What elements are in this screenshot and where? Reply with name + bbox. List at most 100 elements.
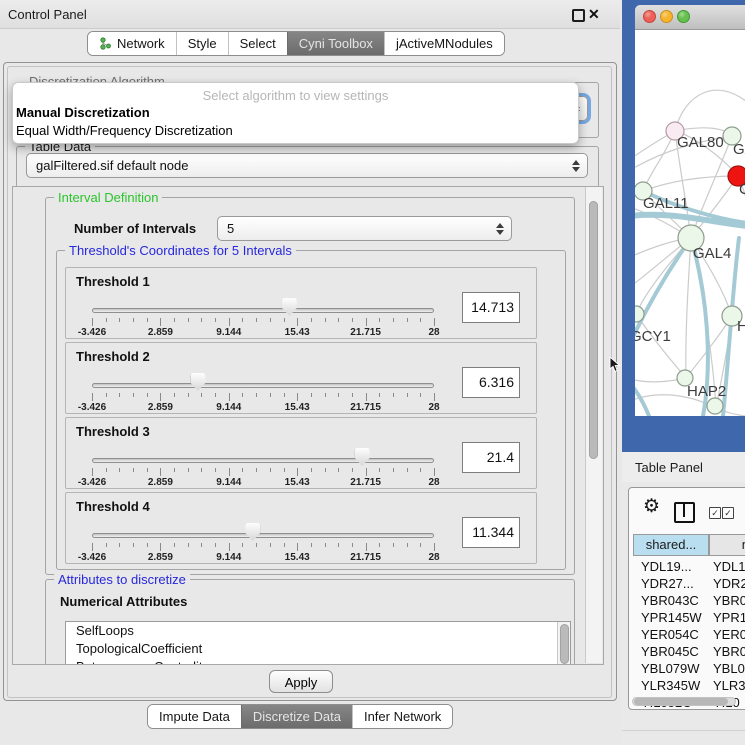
column-header-2[interactable]: na	[709, 534, 745, 556]
table-rows: YDL19...YDL1YDR27...YDR2YBR043CYBR0YPR14…	[633, 558, 745, 698]
slider-tick	[188, 543, 189, 547]
slider-tick	[160, 393, 161, 401]
tick-label: 21.715	[336, 327, 396, 338]
network-node[interactable]	[707, 398, 723, 414]
slider-tick	[256, 468, 257, 472]
apply-button[interactable]: Apply	[269, 670, 333, 693]
split-columns-icon[interactable]	[674, 502, 695, 523]
attribute-list-item[interactable]: TopologicalCoefficient	[66, 640, 570, 658]
column-header-1[interactable]: shared...	[633, 534, 709, 556]
slider-track[interactable]	[92, 533, 434, 538]
slider-tick	[270, 318, 271, 322]
slider-thumb[interactable]	[282, 298, 297, 316]
algorithm-option[interactable]: Equal Width/Frequency Discretization	[16, 122, 233, 139]
slider-tick	[325, 393, 326, 397]
tick-label: 2.859	[130, 327, 190, 338]
tab-cyni-toolbox[interactable]: Cyni Toolbox	[287, 32, 384, 55]
slider-track[interactable]	[92, 383, 434, 388]
numerical-attributes-list[interactable]: SelfLoopsTopologicalCoefficientBetweenne…	[65, 621, 571, 665]
slider-tick	[147, 468, 148, 472]
spinner-arrows-icon[interactable]	[496, 223, 504, 235]
checkbox-icon[interactable]: ✓	[722, 507, 734, 519]
zoom-traffic-light-icon[interactable]	[677, 10, 690, 23]
table-row[interactable]: YDL19...YDL1	[633, 558, 745, 575]
settings-scrollbar[interactable]	[585, 187, 602, 663]
gear-icon[interactable]: ⚙	[643, 495, 660, 518]
tab-jactivemnodules[interactable]: jActiveMNodules	[384, 32, 504, 55]
slider-tick	[256, 393, 257, 397]
number-of-intervals-label: Number of Intervals	[74, 221, 196, 236]
close-icon[interactable]: ✕	[588, 5, 600, 23]
slider-tick	[256, 318, 257, 322]
slider-track[interactable]	[92, 458, 434, 463]
bottom-tabbar: Impute DataDiscretize DataInfer Network	[147, 704, 453, 729]
slider-tick	[297, 543, 298, 551]
minimize-traffic-light-icon[interactable]	[660, 10, 673, 23]
table-row[interactable]: YBL079WYBL0	[633, 660, 745, 677]
tick-label: 21.715	[336, 552, 396, 563]
table-row[interactable]: YBR043CYBR0	[633, 592, 745, 609]
network-node-label: C	[739, 181, 745, 198]
slider-tick	[352, 468, 353, 472]
slider-track[interactable]	[92, 308, 434, 313]
attribute-list-item[interactable]: BetweennessCentrality	[66, 658, 570, 665]
slider-thumb[interactable]	[191, 373, 206, 391]
tab-select[interactable]: Select	[228, 32, 287, 55]
tab-impute-data[interactable]: Impute Data	[148, 705, 241, 728]
network-icon	[99, 37, 112, 50]
table-cell-name: YBL0	[713, 660, 745, 677]
number-of-intervals-spinner[interactable]: 5	[217, 216, 512, 241]
combo-arrows-icon[interactable]	[572, 160, 580, 172]
number-of-intervals-value: 5	[227, 221, 234, 236]
control-panel-titlebar: Control Panel ✕	[0, 0, 620, 29]
network-graph: GAL80GACGAL11GAL4GCY1HHAP2	[635, 30, 745, 416]
table-row[interactable]: YLR345WYLR3	[633, 677, 745, 694]
slider-thumb[interactable]	[245, 523, 260, 541]
threshold-value-field[interactable]: 14.713	[462, 292, 520, 323]
table-row[interactable]: YBR045CYBR0	[633, 643, 745, 660]
network-node-label: GAL4	[693, 245, 731, 262]
threshold-value-field[interactable]: 21.4	[462, 442, 520, 473]
table-row[interactable]: YDR27...YDR2	[633, 575, 745, 592]
network-canvas[interactable]: GAL80GACGAL11GAL4GCY1HHAP2	[635, 30, 745, 416]
threshold-value-field[interactable]: 6.316	[462, 367, 520, 398]
tab-network[interactable]: Network	[88, 32, 176, 55]
tab-infer-network[interactable]: Infer Network	[352, 705, 452, 728]
table-row[interactable]: YER054CYER0	[633, 626, 745, 643]
threshold-value-field[interactable]: 11.344	[462, 517, 520, 548]
close-traffic-light-icon[interactable]	[643, 10, 656, 23]
threshold-panel: Threshold 1-3.4262.8599.14415.4321.71528…	[65, 267, 537, 339]
float-window-icon[interactable]	[572, 9, 585, 22]
list-scrollbar-thumb[interactable]	[560, 624, 569, 664]
settings-scrollbar-thumb[interactable]	[589, 201, 598, 459]
slider-tick	[92, 543, 93, 551]
slider-tick	[160, 318, 161, 326]
tab-label: Network	[117, 36, 165, 51]
checkbox-icon[interactable]: ✓	[709, 507, 721, 519]
tick-label: 28	[404, 402, 464, 413]
slider-tick	[338, 468, 339, 472]
tab-discretize-data[interactable]: Discretize Data	[241, 705, 352, 728]
slider-tick	[325, 468, 326, 472]
list-scrollbar[interactable]	[557, 622, 570, 665]
network-node-label: GAL11	[643, 195, 689, 212]
table-data-combobox[interactable]: galFiltered.sif default node	[26, 153, 588, 178]
slider-tick	[106, 543, 107, 547]
slider-tick	[174, 468, 175, 472]
slider-tick	[420, 468, 421, 472]
slider-tick	[215, 318, 216, 322]
slider-tick	[325, 543, 326, 547]
algorithm-settings-pane: Interval Definition Number of Intervals …	[12, 186, 604, 665]
network-window-frame[interactable]: GAL80GACGAL11GAL4GCY1HHAP2	[622, 0, 745, 452]
attribute-list-item[interactable]: SelfLoops	[66, 622, 570, 640]
table-row[interactable]: YPR145WYPR1	[633, 609, 745, 626]
table-horizontal-scrollbar[interactable]	[632, 697, 736, 706]
network-window-titlebar[interactable]	[635, 5, 745, 30]
slider-tick	[352, 393, 353, 397]
algorithm-option[interactable]: Manual Discretization	[16, 104, 150, 121]
network-edge	[675, 90, 745, 131]
thresholds-group: Threshold's Coordinates for 5 Intervals …	[56, 250, 566, 570]
tab-style[interactable]: Style	[176, 32, 228, 55]
table-scrollbar-thumb[interactable]	[634, 698, 728, 705]
slider-thumb[interactable]	[355, 448, 370, 466]
